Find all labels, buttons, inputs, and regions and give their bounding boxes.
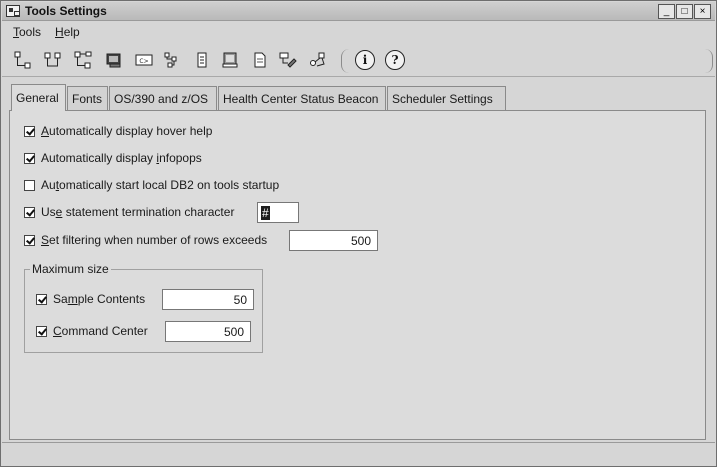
- command-center-label: Command Center: [53, 324, 148, 338]
- task-center-icon[interactable]: [163, 51, 181, 69]
- menu-help[interactable]: Help: [55, 23, 80, 41]
- filtering-option[interactable]: Set filtering when number of rows exceed…: [24, 231, 267, 249]
- menu-help-mnemonic: H: [55, 25, 64, 39]
- toolbar-separator: [341, 49, 349, 73]
- maximize-button[interactable]: □: [676, 4, 693, 19]
- termination-character-value: #: [261, 206, 270, 220]
- hover-help-label: Automatically display hover help: [41, 124, 213, 138]
- infopops-checkbox[interactable]: [24, 152, 35, 164]
- sample-contents-label: Sample Contents: [53, 292, 146, 306]
- title-bar[interactable]: Tools Settings _ □ ×: [2, 2, 715, 21]
- tab-health-center-status-beacon[interactable]: Health Center Status Beacon: [218, 86, 386, 110]
- minimize-button[interactable]: _: [658, 4, 675, 19]
- svg-text:C>: C>: [139, 58, 148, 65]
- tools-settings-window: Tools Settings _ □ × Tools Help C> i ? G…: [0, 0, 717, 467]
- command-center-field[interactable]: 500: [165, 321, 251, 342]
- start-db2-label: Automatically start local DB2 on tools s…: [41, 178, 280, 192]
- menu-help-label: elp: [63, 25, 80, 39]
- replication-center-icon[interactable]: [44, 51, 62, 69]
- maximum-size-group: Maximum size Sample Contents 50 Command …: [24, 262, 263, 353]
- satellite-admin-icon[interactable]: [74, 51, 92, 69]
- toolbar: C> i ?: [2, 43, 715, 77]
- filtering-rows-field[interactable]: 500: [289, 230, 378, 251]
- command-window-icon[interactable]: C>: [135, 51, 153, 69]
- control-center-icon[interactable]: [14, 51, 32, 69]
- command-center-checkbox[interactable]: [36, 325, 47, 337]
- command-editor-icon[interactable]: [105, 51, 123, 69]
- infopops-label: Automatically display infopops: [41, 151, 202, 165]
- hover-help-option[interactable]: Automatically display hover help: [24, 122, 212, 140]
- menu-tools-label: ools: [19, 25, 42, 39]
- menu-bar: Tools Help: [2, 23, 80, 41]
- info-icon[interactable]: i: [355, 50, 375, 70]
- toolbar-end-cap: [705, 49, 713, 73]
- termination-character-checkbox[interactable]: [24, 206, 35, 218]
- general-tab-panel: Automatically display hover help Automat…: [9, 110, 706, 440]
- tab-os390-zos[interactable]: OS/390 and z/OS: [109, 86, 217, 110]
- sample-contents-checkbox[interactable]: [36, 293, 47, 305]
- window-title: Tools Settings: [25, 4, 107, 18]
- status-bar: [2, 442, 715, 466]
- termination-character-label: Use statement termination character: [41, 205, 235, 219]
- help-icon[interactable]: ?: [385, 50, 405, 70]
- development-center-icon[interactable]: [309, 51, 327, 69]
- sample-contents-option[interactable]: Sample Contents: [36, 290, 145, 308]
- menu-tools[interactable]: Tools: [13, 23, 41, 41]
- termination-character-field[interactable]: #: [257, 202, 299, 223]
- close-button[interactable]: ×: [694, 4, 711, 19]
- tab-general[interactable]: General: [11, 84, 66, 111]
- command-center-option[interactable]: Command Center: [36, 322, 148, 340]
- hover-help-checkbox[interactable]: [24, 125, 35, 137]
- sample-contents-field[interactable]: 50: [162, 289, 254, 310]
- infopops-option[interactable]: Automatically display infopops: [24, 149, 202, 167]
- health-center-icon[interactable]: [193, 51, 211, 69]
- start-db2-checkbox[interactable]: [24, 179, 35, 191]
- termination-character-option[interactable]: Use statement termination character: [24, 203, 234, 221]
- filtering-checkbox[interactable]: [24, 234, 35, 246]
- license-center-icon[interactable]: [251, 51, 269, 69]
- app-icon: [6, 5, 20, 17]
- configuration-assistant-icon[interactable]: [279, 51, 297, 69]
- journal-icon[interactable]: [221, 51, 239, 69]
- filtering-label: Set filtering when number of rows exceed…: [41, 233, 268, 247]
- tab-scheduler-settings[interactable]: Scheduler Settings: [387, 86, 506, 110]
- start-db2-option[interactable]: Automatically start local DB2 on tools s…: [24, 176, 279, 194]
- tab-fonts[interactable]: Fonts: [67, 86, 108, 110]
- window-controls: _ □ ×: [658, 4, 711, 19]
- maximum-size-title: Maximum size: [30, 262, 111, 276]
